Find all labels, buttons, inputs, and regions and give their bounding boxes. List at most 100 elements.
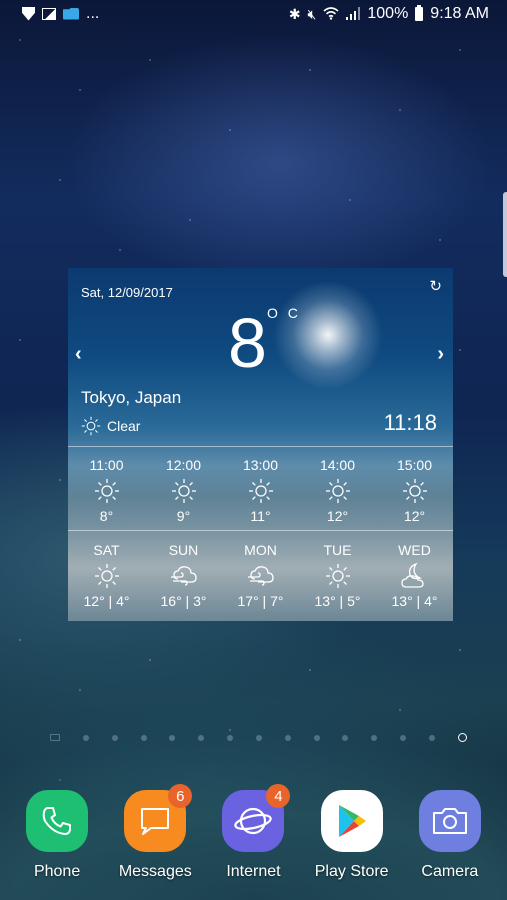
day-label: SUN bbox=[168, 542, 199, 558]
hourly-forecast: 11:00 8° 12:00 9° 13:00 11° 14:00 12° 15… bbox=[68, 457, 453, 524]
sun-icon bbox=[94, 561, 120, 591]
current-page-dot[interactable] bbox=[457, 733, 467, 742]
app-label: Internet bbox=[226, 863, 281, 880]
app-icon-bg: 6 bbox=[124, 784, 193, 852]
app-icon-bg: 4 bbox=[222, 784, 291, 852]
page-dot[interactable] bbox=[255, 734, 262, 741]
sun-icon bbox=[248, 476, 274, 506]
condition-label: Clear bbox=[107, 418, 141, 434]
hourly-item: 13:00 11° bbox=[222, 457, 299, 524]
play-store-icon bbox=[338, 805, 366, 837]
windy-cloud-icon bbox=[169, 561, 199, 591]
weather-widget[interactable]: Sat, 12/09/2017 ↻ ‹ › 8 O C Tokyo, Japan… bbox=[68, 268, 453, 621]
page-dot[interactable] bbox=[111, 734, 118, 741]
status-time: 9:18 AM bbox=[430, 4, 489, 22]
sun-glow-decoration bbox=[273, 280, 383, 390]
page-dot[interactable] bbox=[198, 734, 205, 741]
hour-label: 13:00 bbox=[242, 457, 279, 473]
mute-icon: 🔇︎ bbox=[307, 5, 317, 22]
current-temperature: 8 bbox=[228, 304, 267, 382]
windy-cloud-icon bbox=[246, 561, 276, 591]
hour-temp: 8° bbox=[99, 508, 114, 524]
refresh-icon[interactable]: ↻ bbox=[429, 277, 442, 295]
hour-label: 12:00 bbox=[165, 457, 202, 473]
divider bbox=[68, 530, 453, 531]
wifi-icon bbox=[323, 7, 339, 20]
message-bubble-icon bbox=[141, 808, 170, 835]
page-dot[interactable] bbox=[400, 734, 407, 741]
hour-temp: 12° bbox=[326, 508, 349, 524]
hour-temp: 9° bbox=[176, 508, 191, 524]
page-indicator[interactable] bbox=[50, 733, 467, 742]
hour-label: 15:00 bbox=[396, 457, 433, 473]
more-notifications-icon: ... bbox=[86, 4, 100, 22]
day-label: SAT bbox=[93, 542, 120, 558]
previous-location-button[interactable]: ‹ bbox=[75, 343, 82, 366]
app-label: Camera bbox=[421, 863, 479, 880]
day-temp-range: 13° | 4° bbox=[391, 593, 438, 609]
app-phone[interactable]: Phone bbox=[12, 790, 102, 881]
daily-item: SAT 12° | 4° bbox=[68, 542, 145, 609]
page-dot[interactable] bbox=[313, 734, 320, 741]
hour-label: 11:00 bbox=[89, 457, 124, 473]
current-condition: Clear bbox=[81, 416, 140, 436]
app-icon-bg bbox=[418, 790, 481, 852]
sun-icon bbox=[171, 476, 197, 506]
location-name: Tokyo, Japan bbox=[81, 388, 182, 407]
folder-icon bbox=[63, 7, 79, 20]
app-icon-bg bbox=[26, 790, 89, 852]
page-dot[interactable] bbox=[227, 734, 234, 741]
page-dot[interactable] bbox=[371, 734, 378, 741]
app-messages[interactable]: 6 Messages bbox=[110, 784, 200, 881]
hourly-item: 11:00 8° bbox=[68, 457, 145, 524]
notification-icons: ... bbox=[22, 5, 99, 23]
moon-cloud-icon bbox=[400, 561, 430, 591]
gallery-icon bbox=[42, 7, 56, 20]
app-play-store[interactable]: Play Store bbox=[307, 790, 397, 881]
page-dot[interactable] bbox=[82, 734, 89, 741]
page-dot[interactable] bbox=[169, 734, 176, 741]
hour-temp: 12° bbox=[403, 508, 426, 524]
sun-icon bbox=[325, 476, 351, 506]
signal-icon bbox=[346, 7, 361, 20]
page-dot[interactable] bbox=[428, 734, 435, 741]
day-label: MON bbox=[244, 542, 277, 558]
divider bbox=[68, 446, 453, 447]
edge-panel-handle[interactable] bbox=[503, 192, 507, 277]
daily-item: MON 17° | 7° bbox=[222, 542, 299, 609]
hour-temp: 11° bbox=[250, 508, 271, 524]
app-label: Phone bbox=[33, 863, 81, 880]
hourly-item: 12:00 9° bbox=[145, 457, 222, 524]
shield-icon bbox=[22, 6, 35, 21]
system-icons: ✱ 🔇︎ 100% 9:18 AM bbox=[289, 4, 489, 23]
daily-item: SUN 16° | 3° bbox=[145, 542, 222, 609]
day-temp-range: 13° | 5° bbox=[314, 593, 361, 609]
app-internet[interactable]: 4 Internet bbox=[208, 784, 298, 881]
hourly-item: 15:00 12° bbox=[376, 457, 453, 524]
sun-icon bbox=[94, 476, 120, 506]
app-camera[interactable]: Camera bbox=[405, 790, 495, 881]
day-temp-range: 12° | 4° bbox=[83, 593, 130, 609]
notification-badge: 4 bbox=[266, 784, 291, 808]
temperature-unit: O C bbox=[267, 305, 301, 321]
page-dot[interactable] bbox=[284, 734, 291, 741]
sun-icon bbox=[402, 476, 428, 506]
hourly-item: 14:00 12° bbox=[299, 457, 376, 524]
next-location-button[interactable]: › bbox=[437, 343, 444, 366]
page-dot[interactable] bbox=[140, 734, 147, 741]
day-label: TUE bbox=[323, 542, 352, 558]
hour-label: 14:00 bbox=[319, 457, 356, 473]
day-temp-range: 16° | 3° bbox=[160, 593, 207, 609]
planet-icon bbox=[234, 807, 273, 835]
day-label: WED bbox=[398, 542, 431, 558]
daily-forecast: SAT 12° | 4° SUN 16° | 3° MON 17° | 7° T… bbox=[68, 542, 453, 609]
page-dot[interactable] bbox=[342, 734, 349, 741]
app-dock: Phone 6 Messages 4 Internet Play Store C… bbox=[0, 784, 507, 881]
notification-badge: 6 bbox=[168, 784, 193, 808]
home-page-indicator[interactable] bbox=[50, 734, 60, 741]
sun-icon bbox=[325, 561, 351, 591]
app-label: Play Store bbox=[314, 863, 389, 880]
camera-icon bbox=[432, 808, 467, 834]
status-bar: ... ✱ 🔇︎ 100% 9:18 AM bbox=[0, 0, 507, 27]
daily-item: WED 13° | 4° bbox=[376, 542, 453, 609]
